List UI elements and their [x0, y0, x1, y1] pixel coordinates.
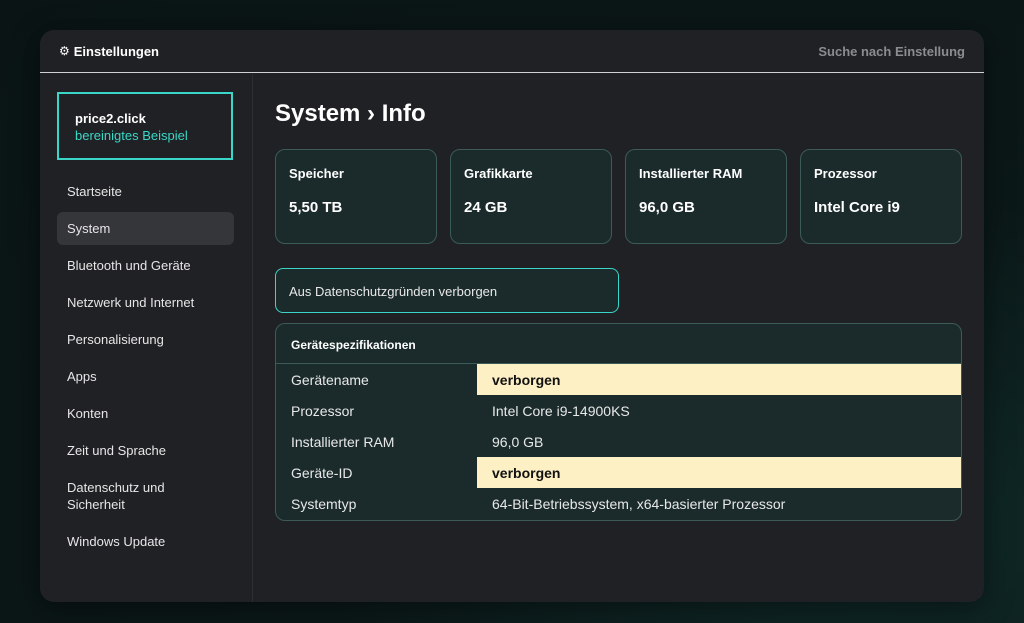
card-graphics: Grafikkarte 24 GB [450, 149, 612, 244]
spec-key: Installierter RAM [291, 433, 395, 450]
sidebar-item-apps[interactable]: Apps [57, 360, 234, 393]
specs-title: Gerätespezifikationen [276, 324, 961, 364]
sidebar-item-privacy-security[interactable]: Datenschutz und Sicherheit [57, 471, 234, 521]
sidebar-item-personalization[interactable]: Personalisierung [57, 323, 234, 356]
spec-key: Systemtyp [291, 495, 357, 512]
account-subtitle: bereinigtes Beispiel [75, 128, 188, 143]
card-label: Prozessor [814, 166, 877, 181]
card-value: 5,50 TB [289, 199, 343, 216]
sidebar-item-windows-update[interactable]: Windows Update [57, 525, 234, 558]
card-processor: Prozessor Intel Core i9 [800, 149, 962, 244]
spec-value-redacted: verborgen [477, 364, 961, 395]
sidebar-item-system[interactable]: System [57, 212, 234, 245]
table-row: Gerätename verborgen [276, 364, 961, 395]
page-title: System › Info [275, 100, 426, 127]
sidebar-item-bluetooth[interactable]: Bluetooth und Geräte [57, 249, 234, 282]
card-ram: Installierter RAM 96,0 GB [625, 149, 787, 244]
card-label: Speicher [289, 166, 344, 181]
spec-key: Gerätename [291, 371, 369, 388]
main-content: System › Info Speicher 5,50 TB Grafikkar… [275, 74, 984, 602]
card-value: Intel Core i9 [814, 199, 900, 216]
spec-key: Prozessor [291, 402, 355, 419]
device-specs-panel: Gerätespezifikationen Gerätename verborg… [275, 323, 962, 521]
spec-value: Intel Core i9-14900KS [492, 402, 630, 419]
account-card[interactable]: price2.click bereinigtes Beispiel [57, 92, 233, 160]
sidebar-item-accounts[interactable]: Konten [57, 397, 234, 430]
privacy-notice: Aus Datenschutzgründen verborgen [275, 268, 619, 313]
sidebar-item-startseite[interactable]: Startseite [57, 175, 234, 208]
sidebar-nav: Startseite System Bluetooth und Geräte N… [57, 175, 234, 562]
spec-value: 64-Bit-Betriebssystem, x64-basierter Pro… [492, 495, 786, 512]
table-row: Geräte-ID verborgen [276, 457, 961, 488]
summary-cards: Speicher 5,50 TB Grafikkarte 24 GB Insta… [275, 149, 962, 244]
table-row: Installierter RAM 96,0 GB [276, 426, 961, 457]
card-storage: Speicher 5,50 TB [275, 149, 437, 244]
settings-window: ⚙ Einstellungen Suche nach Einstellung p… [40, 30, 984, 602]
card-label: Installierter RAM [639, 166, 743, 181]
window-title: ⚙ Einstellungen [59, 44, 159, 59]
table-row: Systemtyp 64-Bit-Betriebssystem, x64-bas… [276, 488, 961, 519]
gear-icon: ⚙ [59, 44, 70, 58]
spec-key: Geräte-ID [291, 464, 353, 481]
window-title-text: Einstellungen [73, 43, 159, 59]
account-name: price2.click [75, 111, 146, 126]
sidebar-item-time-language[interactable]: Zeit und Sprache [57, 434, 234, 467]
spec-value-redacted: verborgen [477, 457, 961, 488]
search-settings-input[interactable]: Suche nach Einstellung [818, 44, 965, 59]
table-row: Prozessor Intel Core i9-14900KS [276, 395, 961, 426]
spec-value: 96,0 GB [492, 433, 544, 450]
sidebar: price2.click bereinigtes Beispiel Starts… [40, 74, 253, 602]
card-value: 24 GB [464, 199, 508, 216]
card-value: 96,0 GB [639, 199, 695, 216]
title-bar: ⚙ Einstellungen Suche nach Einstellung [40, 30, 984, 73]
card-label: Grafikkarte [464, 166, 533, 181]
sidebar-item-network[interactable]: Netzwerk und Internet [57, 286, 234, 319]
